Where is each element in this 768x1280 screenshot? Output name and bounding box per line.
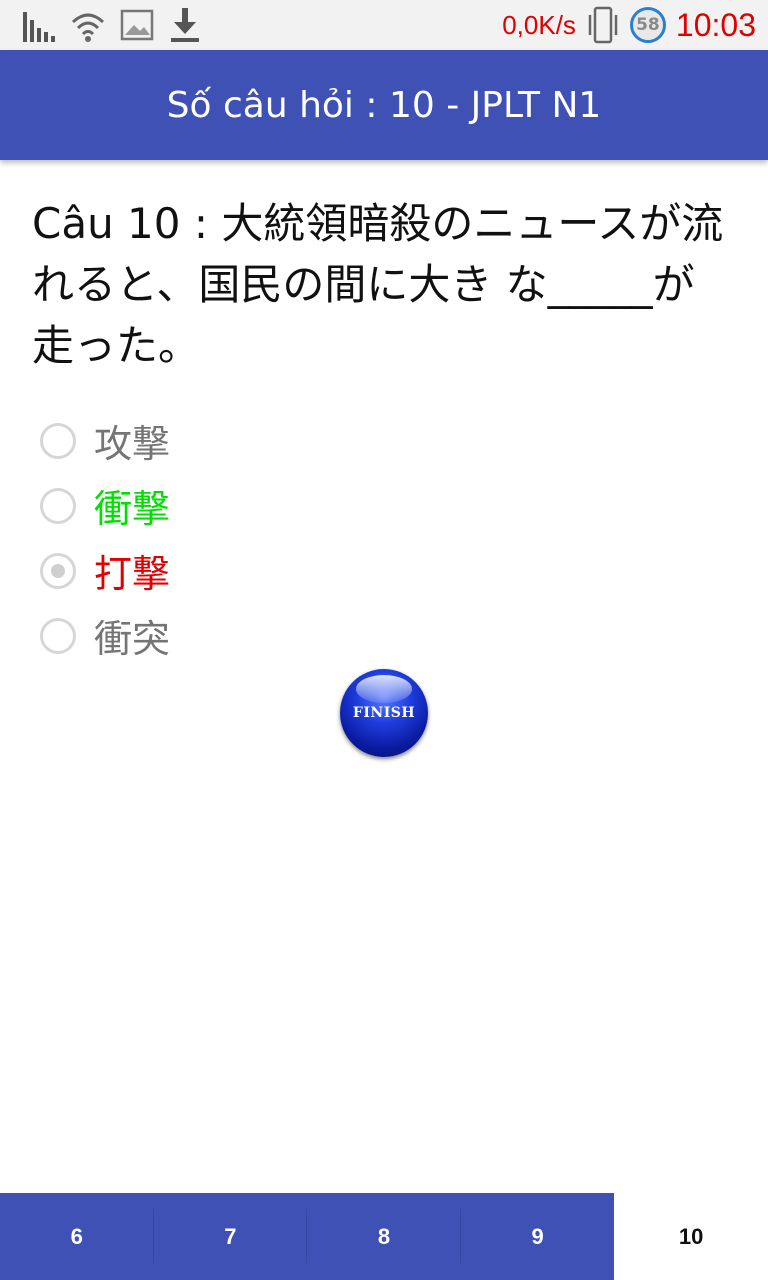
question-tab-6[interactable]: 6 [0, 1193, 154, 1280]
question-tab-8[interactable]: 8 [307, 1193, 461, 1280]
status-icons-left [22, 6, 202, 44]
radio-button[interactable] [40, 487, 76, 524]
question-text: Câu 10 : 大統領暗殺のニュースが流れると、国民の間に大き な_____が… [32, 199, 724, 370]
answer-option-label: 衝撃 [94, 487, 171, 531]
question-nav: 6 7 8 9 10 [0, 1193, 768, 1280]
signal-bars-icon [23, 12, 55, 42]
answer-option-label: 衝突 [94, 617, 171, 661]
answer-options: 攻撃 衝撃 打撃 衝突 [40, 408, 170, 668]
answer-option-4[interactable]: 衝突 [40, 603, 170, 668]
answer-option-label: 打撃 [94, 552, 171, 596]
wifi-icon [71, 13, 105, 42]
app-bar: Số câu hỏi : 10 - JPLT N1 [0, 50, 768, 160]
status-icons-right: 0,0K/s 58 10:03 [502, 0, 756, 50]
question-tab-10[interactable]: 10 [614, 1193, 768, 1280]
question-tab-9[interactable]: 9 [461, 1193, 615, 1280]
question-tab-7[interactable]: 7 [154, 1193, 308, 1280]
finish-button-label: FINISH [352, 705, 416, 721]
network-speed: 0,0K/s [502, 9, 576, 40]
download-icon [171, 8, 199, 42]
radio-button[interactable] [40, 617, 76, 654]
answer-option-3[interactable]: 打撃 [40, 538, 170, 603]
clock: 10:03 [675, 6, 756, 43]
status-bar: 0,0K/s 58 10:03 [0, 0, 768, 50]
finish-button[interactable]: FINISH [340, 669, 428, 757]
image-icon [120, 9, 154, 41]
timer-icon: 58 [629, 7, 666, 43]
answer-option-label: 攻撃 [94, 422, 171, 466]
vibrate-icon [588, 6, 618, 44]
app-title: Số câu hỏi : 10 - JPLT N1 [166, 84, 602, 126]
answer-option-2[interactable]: 衝撃 [40, 473, 170, 538]
answer-option-1[interactable]: 攻撃 [40, 408, 170, 473]
radio-button[interactable] [40, 422, 76, 459]
timer-value: 58 [636, 15, 660, 35]
radio-button[interactable] [40, 552, 76, 589]
